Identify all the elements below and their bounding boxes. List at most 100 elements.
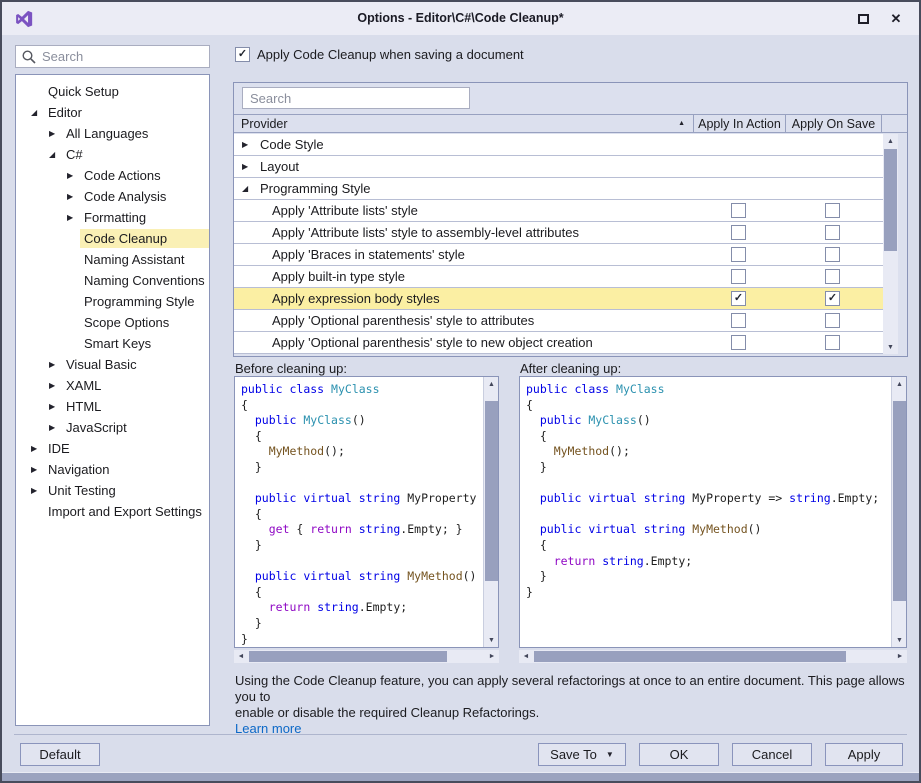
tree-item[interactable]: ▶Navigation — [16, 459, 209, 480]
after-horizontal-scrollbar[interactable]: ◄ ► — [519, 650, 907, 663]
apply-in-action-checkbox[interactable] — [731, 203, 746, 218]
apply-in-action-column-header[interactable]: Apply In Action — [693, 115, 785, 132]
provider-row[interactable]: Apply built-in type style — [234, 266, 883, 288]
after-vertical-scrollbar[interactable]: ▲ ▼ — [891, 377, 906, 647]
apply-in-action-checkbox[interactable] — [731, 269, 746, 284]
tree-item-label: C# — [62, 145, 209, 164]
sidebar-search-input[interactable] — [36, 49, 218, 64]
tree-item[interactable]: ▶IDE — [16, 438, 209, 459]
apply-on-save-checkbox[interactable] — [825, 313, 840, 328]
scrollbar-thumb[interactable] — [884, 149, 897, 251]
tree-item[interactable]: ▶JavaScript — [16, 417, 209, 438]
provider-row[interactable]: Apply 'Attribute lists' style — [234, 200, 883, 222]
code-line: { — [241, 429, 498, 445]
apply-in-action-checkbox[interactable] — [731, 335, 746, 350]
tree-item[interactable]: ▶HTML — [16, 396, 209, 417]
apply-on-save-checkbox[interactable] — [825, 269, 840, 284]
tree-item[interactable]: Import and Export Settings — [16, 501, 209, 522]
tree-item[interactable]: ◢C# — [16, 144, 209, 165]
row-collapsed-icon[interactable]: ▶ — [242, 141, 255, 149]
before-horizontal-scrollbar[interactable]: ◄ ► — [234, 650, 499, 663]
apply-in-action-checkbox[interactable] — [731, 247, 746, 262]
tree-item[interactable]: Quick Setup — [16, 81, 209, 102]
tree-collapsed-icon[interactable]: ▶ — [31, 445, 44, 453]
scroll-up-icon[interactable]: ▲ — [484, 377, 499, 391]
tree-item[interactable]: ▶All Languages — [16, 123, 209, 144]
tree-item[interactable]: Smart Keys — [16, 333, 209, 354]
tree-expanded-icon[interactable]: ◢ — [31, 109, 44, 117]
tree-collapsed-icon[interactable]: ▶ — [49, 361, 62, 369]
tree-item[interactable]: Naming Assistant — [16, 249, 209, 270]
scroll-down-icon[interactable]: ▼ — [892, 633, 907, 647]
before-vertical-scrollbar[interactable]: ▲ ▼ — [483, 377, 498, 647]
provider-row[interactable]: Apply 'Attribute lists' style to assembl… — [234, 222, 883, 244]
tree-collapsed-icon[interactable]: ▶ — [67, 214, 80, 222]
tree-item[interactable]: ▶Unit Testing — [16, 480, 209, 501]
tree-item[interactable]: ▶Code Actions — [16, 165, 209, 186]
apply-code-cleanup-checkbox[interactable]: ✓ — [235, 47, 250, 62]
provider-row[interactable]: Apply 'Optional parenthesis' style to at… — [234, 310, 883, 332]
provider-search-input[interactable] — [242, 87, 470, 109]
scrollbar-thumb[interactable] — [249, 651, 447, 662]
tree-item[interactable]: Naming Conventions — [16, 270, 209, 291]
apply-on-save-checkbox[interactable] — [825, 225, 840, 240]
tree-item[interactable]: Code Cleanup — [16, 228, 209, 249]
scrollbar-thumb[interactable] — [534, 651, 846, 662]
provider-row[interactable]: ▶Code Style — [234, 134, 883, 156]
tree-collapsed-icon[interactable]: ▶ — [49, 382, 62, 390]
tree-item[interactable]: ▶XAML — [16, 375, 209, 396]
code-line: public virtual string MyMethod() — [526, 522, 906, 538]
apply-on-save-checkbox[interactable] — [825, 203, 840, 218]
row-collapsed-icon[interactable]: ▶ — [242, 163, 255, 171]
tree-collapsed-icon[interactable]: ▶ — [31, 466, 44, 474]
scroll-up-icon[interactable]: ▲ — [883, 134, 898, 148]
tree-collapsed-icon[interactable]: ▶ — [49, 130, 62, 138]
tree-item[interactable]: ◢Editor — [16, 102, 209, 123]
tree-item[interactable]: Scope Options — [16, 312, 209, 333]
tree-collapsed-icon[interactable]: ▶ — [31, 487, 44, 495]
tree-item[interactable]: ▶Formatting — [16, 207, 209, 228]
tree-item[interactable]: ▶Code Analysis — [16, 186, 209, 207]
tree-item[interactable]: ▶Visual Basic — [16, 354, 209, 375]
scroll-down-icon[interactable]: ▼ — [883, 340, 898, 354]
row-expanded-icon[interactable]: ◢ — [242, 185, 255, 193]
provider-row[interactable]: ▶Layout — [234, 156, 883, 178]
provider-row[interactable]: Apply expression body styles✓✓ — [234, 288, 883, 310]
scrollbar-thumb[interactable] — [485, 401, 498, 581]
maximize-button[interactable] — [854, 10, 872, 28]
apply-in-action-checkbox[interactable] — [731, 313, 746, 328]
tree-collapsed-icon[interactable]: ▶ — [49, 403, 62, 411]
apply-in-action-checkbox[interactable] — [731, 225, 746, 240]
tree-collapsed-icon[interactable]: ▶ — [49, 424, 62, 432]
apply-on-save-column-header[interactable]: Apply On Save — [785, 115, 881, 132]
code-line: } — [241, 632, 498, 648]
ok-button[interactable]: OK — [639, 743, 719, 766]
apply-on-save-checkbox[interactable]: ✓ — [825, 291, 840, 306]
apply-in-action-checkbox[interactable]: ✓ — [731, 291, 746, 306]
scroll-down-icon[interactable]: ▼ — [484, 633, 499, 647]
provider-column-header[interactable]: Provider ▲ — [234, 115, 693, 132]
tree-item-label: Quick Setup — [44, 82, 209, 101]
provider-row[interactable]: Apply 'Braces in statements' style — [234, 244, 883, 266]
scroll-right-icon[interactable]: ► — [893, 650, 907, 663]
tree-expanded-icon[interactable]: ◢ — [49, 151, 62, 159]
tree-collapsed-icon[interactable]: ▶ — [67, 193, 80, 201]
scroll-up-icon[interactable]: ▲ — [892, 377, 907, 391]
scroll-right-icon[interactable]: ► — [485, 650, 499, 663]
close-button[interactable]: ✕ — [887, 10, 905, 28]
save-to-button[interactable]: Save To ▼ — [538, 743, 626, 766]
scrollbar-thumb[interactable] — [893, 401, 906, 601]
tree-item-label: XAML — [62, 376, 209, 395]
provider-row[interactable]: ◢Programming Style — [234, 178, 883, 200]
apply-button[interactable]: Apply — [825, 743, 903, 766]
scroll-left-icon[interactable]: ◄ — [234, 650, 248, 663]
apply-on-save-checkbox[interactable] — [825, 335, 840, 350]
apply-on-save-checkbox[interactable] — [825, 247, 840, 262]
scroll-left-icon[interactable]: ◄ — [519, 650, 533, 663]
tree-collapsed-icon[interactable]: ▶ — [67, 172, 80, 180]
provider-list-scrollbar[interactable]: ▲ ▼ — [883, 134, 898, 354]
provider-row[interactable]: Apply 'Optional parenthesis' style to ne… — [234, 332, 883, 354]
tree-item[interactable]: Programming Style — [16, 291, 209, 312]
default-button[interactable]: Default — [20, 743, 100, 766]
cancel-button[interactable]: Cancel — [732, 743, 812, 766]
